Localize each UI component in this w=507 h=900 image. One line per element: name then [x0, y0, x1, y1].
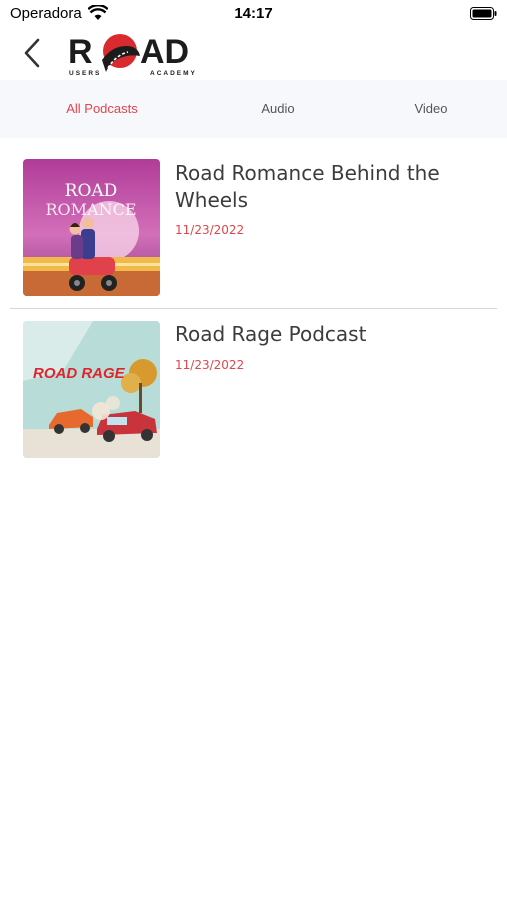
svg-text:ROAD RAGE: ROAD RAGE [33, 365, 126, 382]
podcast-thumbnail: ROAD RAGE [23, 321, 160, 458]
status-bar: Operadora 14:17 [0, 0, 507, 28]
svg-text:USERS: USERS [69, 70, 101, 77]
podcast-thumbnail: ROAD ROMANCE [23, 159, 160, 296]
tab-video[interactable]: Video [381, 80, 481, 138]
svg-text:ROAD: ROAD [65, 181, 118, 201]
back-button[interactable] [18, 36, 48, 70]
app-header: R AD USERS ACADEMY [0, 28, 507, 80]
svg-text:R: R [68, 33, 93, 71]
tab-all-podcasts[interactable]: All Podcasts [40, 80, 164, 138]
chevron-left-icon [24, 38, 40, 68]
tab-audio[interactable]: Audio [228, 80, 328, 138]
svg-text:ACADEMY: ACADEMY [150, 70, 197, 77]
road-users-academy-logo: R AD USERS ACADEMY [68, 28, 210, 78]
podcast-date: 11/23/2022 [175, 223, 245, 237]
podcast-list-item[interactable]: ROAD ROMANCE Road Romance Behind the Whe… [10, 150, 497, 309]
podcast-filter-tabs: All Podcasts Audio Video [0, 80, 507, 138]
battery-icon [470, 7, 497, 20]
podcast-title: Road Romance Behind the Wheels [175, 161, 440, 212]
podcast-date: 11/23/2022 [175, 358, 245, 372]
svg-text:ROMANCE: ROMANCE [45, 200, 136, 219]
status-time: 14:17 [234, 5, 273, 22]
svg-text:AD: AD [140, 33, 189, 71]
podcast-title: Road Rage Podcast [175, 322, 367, 346]
podcast-list-item[interactable]: ROAD RAGE Road Rage Podcast 11/23/2022 [10, 312, 497, 462]
